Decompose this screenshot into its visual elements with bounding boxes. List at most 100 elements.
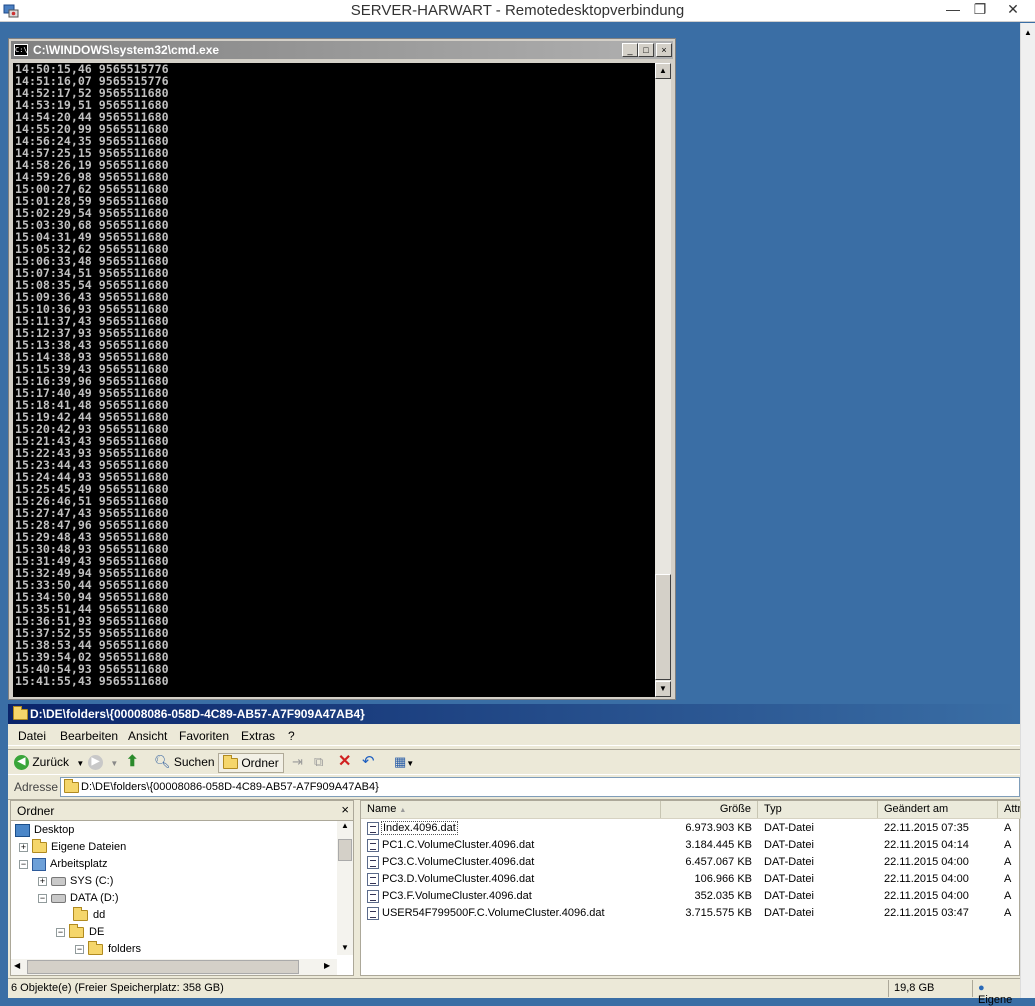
collapse-icon[interactable]: − [38, 893, 47, 903]
cmd-titlebar[interactable]: C:\ C:\WINDOWS\system32\cmd.exe _ □ × [11, 41, 673, 59]
tree-item-eigene-dateien[interactable]: + Eigene Dateien [19, 838, 127, 856]
tree-item-folders[interactable]: − folders [75, 940, 142, 958]
folder-icon [64, 779, 79, 793]
rdp-close-button[interactable]: ✕ [1000, 0, 1026, 20]
cmd-maximize-button[interactable]: □ [638, 43, 654, 57]
menu-datei[interactable]: Datei [18, 729, 46, 743]
column-header-name[interactable]: Name ▲ [361, 801, 661, 818]
console-lines: 14:50:15,46 9565515776 14:51:16,07 956551… [13, 63, 655, 687]
folder-icon [88, 940, 103, 955]
file-modified: 22.11.2015 04:00 [884, 856, 969, 868]
file-modified: 22.11.2015 04:14 [884, 839, 969, 851]
file-row[interactable]: PC3.D.VolumeCluster.4096.dat 106.966 KB DA… [361, 871, 1021, 888]
tree-vertical-scrollbar[interactable]: ▲ ▼ [337, 821, 353, 955]
tree-item-data-d[interactable]: − DATA (D:) [38, 890, 118, 907]
column-header-attr[interactable]: Attr [998, 801, 1021, 818]
drive-icon [51, 876, 66, 886]
file-type: DAT-Datei [764, 856, 814, 868]
folders-button[interactable]: Ordner [218, 753, 284, 773]
tree-item-arbeitsplatz[interactable]: − Arbeitsplatz [19, 856, 107, 873]
file-attr: A [1004, 839, 1012, 851]
rdp-minimize-button[interactable]: — [940, 0, 966, 20]
cmd-close-button[interactable]: × [656, 43, 672, 57]
back-label: Zurück [32, 755, 70, 769]
scroll-down-arrow-icon[interactable]: ▼ [655, 681, 671, 697]
menu-help[interactable]: ? [288, 729, 295, 743]
column-header-modified[interactable]: Geändert am [878, 801, 998, 818]
forward-button[interactable]: ▶ ▼ [88, 753, 118, 773]
menu-extras[interactable]: Extras [241, 729, 275, 743]
file-attr: A [1004, 822, 1012, 834]
collapse-icon[interactable]: − [19, 859, 28, 869]
file-name-cell: PC3.F.VolumeCluster.4096.dat [367, 888, 532, 905]
scroll-thumb[interactable] [338, 839, 352, 861]
folder-pane-header: Ordner × [11, 801, 353, 821]
chevron-down-icon[interactable]: ▼ [110, 759, 118, 768]
file-row[interactable]: PC3.F.VolumeCluster.4096.dat 352.035 KB DA… [361, 888, 1021, 905]
move-to-icon[interactable]: ⇥ [292, 753, 303, 773]
address-input[interactable]: D:\DE\folders\{00008086-058D-4C89-AB57-A… [60, 777, 1020, 797]
chevron-down-icon[interactable]: ▼ [406, 759, 414, 768]
expand-icon[interactable]: + [19, 842, 28, 852]
search-icon: 🔍︎ [154, 754, 171, 769]
column-header-size[interactable]: Größe [661, 801, 758, 818]
file-row[interactable]: PC3.C.VolumeCluster.4096.dat 6.457.067 KB… [361, 854, 1021, 871]
cmd-console-output[interactable]: 14:50:15,46 9565515776 14:51:16,07 956551… [13, 63, 655, 697]
view-icon[interactable]: ▦▼ [394, 753, 414, 773]
file-name-cell: Index.4096.dat [367, 820, 458, 837]
cmd-window: C:\ C:\WINDOWS\system32\cmd.exe _ □ × 14… [8, 38, 676, 700]
scroll-right-arrow-icon[interactable]: ▶ [324, 961, 330, 970]
rdp-restore-button[interactable]: ❐ [967, 0, 993, 20]
rdp-vertical-scrollbar[interactable]: ▲ [1020, 23, 1035, 998]
menu-bearbeiten[interactable]: Bearbeiten [60, 729, 118, 743]
status-zone-label: Eigene [978, 994, 1013, 1006]
file-type: DAT-Datei [764, 873, 814, 885]
scroll-thumb[interactable] [655, 574, 671, 680]
scroll-up-arrow-icon[interactable]: ▲ [341, 821, 349, 830]
scroll-left-arrow-icon[interactable]: ◀ [14, 961, 20, 970]
file-row[interactable]: Index.4096.dat 6.973.903 KB DAT-Datei 22.11… [361, 820, 1021, 837]
up-folder-icon[interactable]: ⬆ [126, 753, 139, 773]
file-attr: A [1004, 873, 1012, 885]
close-icon[interactable]: × [341, 802, 349, 817]
scroll-down-arrow-icon[interactable]: ▼ [341, 943, 349, 952]
explorer-titlebar[interactable]: D:\DE\folders\{00008086-058D-4C89-AB57-A… [8, 704, 1020, 724]
column-header-type[interactable]: Typ [758, 801, 878, 818]
delete-icon[interactable]: ✕ [338, 753, 351, 773]
cmd-minimize-button[interactable]: _ [622, 43, 638, 57]
file-row[interactable]: USER54F799500F.C.VolumeCluster.4096.dat 3… [361, 905, 1021, 922]
expand-icon[interactable]: + [38, 876, 47, 886]
file-name-cell: PC1.C.VolumeCluster.4096.dat [367, 837, 534, 854]
tree-label: DE [89, 926, 105, 938]
menu-ansicht[interactable]: Ansicht [128, 729, 167, 743]
tree-label: folders [108, 943, 142, 955]
copy-to-icon[interactable]: ⧉ [314, 753, 323, 773]
scroll-up-icon[interactable]: ▲ [1024, 28, 1032, 37]
tree-horizontal-scrollbar[interactable]: ◀ ▶ [11, 959, 337, 975]
file-size: 3.184.445 KB [685, 839, 752, 851]
chevron-down-icon[interactable]: ▼ [76, 759, 84, 768]
menu-favoriten[interactable]: Favoriten [179, 729, 229, 743]
address-bar: Adresse D:\DE\folders\{00008086-058D-4C8… [8, 776, 1020, 800]
file-size: 3.715.575 KB [685, 907, 752, 919]
search-button[interactable]: 🔍︎ Suchen [154, 753, 215, 773]
collapse-icon[interactable]: − [75, 944, 84, 954]
tree-label: Eigene Dateien [51, 841, 127, 853]
tree-item-dd[interactable]: dd [73, 906, 105, 924]
address-label: Adresse [14, 780, 59, 794]
collapse-icon[interactable]: − [56, 927, 65, 937]
file-modified: 22.11.2015 03:47 [884, 907, 969, 919]
undo-icon[interactable]: ↶ [362, 753, 375, 773]
back-button[interactable]: ◀ Zurück ▼ [14, 753, 84, 773]
scroll-up-arrow-icon[interactable]: ▲ [655, 63, 671, 79]
tree-item-sys-c[interactable]: + SYS (C:) [38, 873, 113, 890]
dat-file-icon [367, 855, 379, 869]
scroll-thumb[interactable] [27, 960, 299, 974]
cmd-vertical-scrollbar[interactable]: ▲ ▼ [655, 63, 671, 697]
tree-item-desktop[interactable]: Desktop [15, 822, 74, 839]
tree-item-de[interactable]: − DE [56, 923, 105, 941]
explorer-title: D:\DE\folders\{00008086-058D-4C89-AB57-A… [30, 707, 365, 721]
computer-icon [32, 857, 46, 871]
dat-file-icon [367, 821, 379, 835]
file-row[interactable]: PC1.C.VolumeCluster.4096.dat 3.184.445 KB… [361, 837, 1021, 854]
